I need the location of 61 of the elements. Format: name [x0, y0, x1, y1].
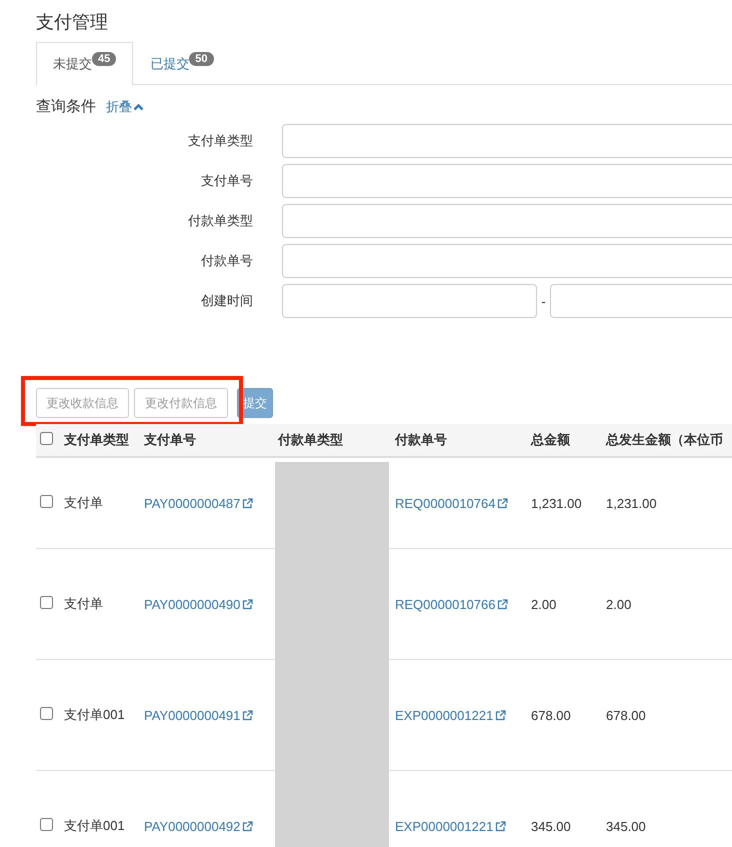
row-checkbox[interactable] [40, 596, 53, 609]
field-label: 支付单类型 [187, 132, 254, 150]
table-cell: 支付单 [64, 596, 103, 611]
payment-link[interactable]: PAY0000000490 [144, 596, 254, 612]
tab[interactable]: 未提交 45 [36, 42, 134, 85]
table-cell: 678.00 [531, 708, 571, 722]
input-field[interactable] [282, 204, 732, 238]
column-header: 支付单类型 [64, 432, 129, 447]
field-label: 创建时间 [200, 292, 254, 310]
column-header: 付款单类型 [278, 432, 343, 447]
start-date-field[interactable] [282, 284, 537, 318]
table-cell: 支付单 [64, 495, 103, 510]
input-field[interactable] [282, 244, 732, 278]
table-cell: 1,231.00 [606, 496, 657, 510]
field-label: 支付单号 [200, 172, 254, 190]
row-checkbox[interactable] [40, 495, 53, 508]
input-field[interactable] [282, 124, 732, 158]
count-badge: 45 [92, 52, 116, 66]
section-title: 查询条件 [36, 97, 96, 116]
column-header: 付款单号 [395, 432, 447, 447]
document-link[interactable]: REQ0000010764 [395, 496, 508, 510]
payment-link[interactable]: PAY0000000487 [144, 496, 254, 510]
external-link-icon [497, 598, 508, 610]
external-link-icon [495, 820, 506, 832]
table-cell: 2.00 [531, 596, 556, 612]
payment-link[interactable]: PAY0000000491 [144, 708, 254, 722]
table-cell: 支付单001 [64, 818, 125, 833]
table-cell: 2.00 [606, 596, 632, 612]
external-link-icon [497, 498, 508, 508]
document-link[interactable]: REQ0000010766 [395, 596, 508, 612]
count-badge: 50 [189, 52, 214, 66]
table-cell: 1,231.00 [531, 496, 582, 510]
column-header: 总发生金额（本位币 [606, 432, 723, 447]
table-cell: 345.00 [531, 818, 571, 834]
column-header: 总金额 [531, 432, 570, 447]
table-cell: 支付单001 [64, 707, 125, 722]
collapse-link[interactable]: 折叠 [106, 98, 144, 116]
row-checkbox[interactable] [40, 818, 53, 831]
external-link-icon [242, 598, 254, 610]
row-checkbox[interactable] [40, 707, 53, 720]
end-date-field[interactable] [550, 284, 732, 318]
external-link-icon [242, 710, 254, 720]
range-separator: - [540, 294, 547, 308]
action-button[interactable]: 更改收款信息 [36, 388, 129, 418]
tab[interactable]: 已提交 50 [133, 42, 230, 84]
external-link-icon [495, 710, 506, 720]
document-link[interactable]: EXP0000001221 [395, 708, 506, 722]
action-button[interactable]: 更改付款信息 [134, 388, 228, 418]
document-link[interactable]: EXP0000001221 [395, 818, 506, 834]
input-field[interactable] [282, 164, 732, 198]
payment-link[interactable]: PAY0000000492 [144, 818, 254, 834]
field-label: 付款单类型 [187, 212, 254, 230]
column-header: 支付单号 [144, 432, 196, 447]
table-cell: 678.00 [606, 708, 646, 722]
chevron-up-icon [133, 102, 144, 110]
field-label: 付款单号 [200, 252, 254, 270]
external-link-icon [242, 820, 254, 832]
table-cell: 345.00 [606, 818, 646, 834]
external-link-icon [242, 498, 254, 508]
page-title: 支付管理 [36, 11, 109, 34]
select-all-checkbox[interactable] [40, 432, 53, 445]
